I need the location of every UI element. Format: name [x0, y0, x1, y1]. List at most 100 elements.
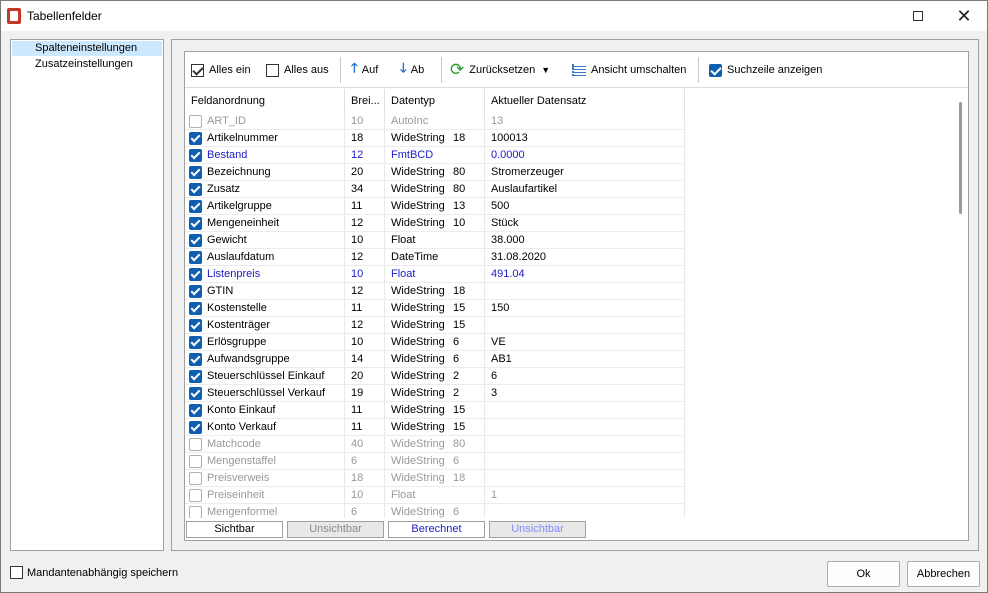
- visibility-checkbox-checked[interactable]: [189, 268, 202, 281]
- visibility-checkbox-checked[interactable]: [189, 234, 202, 247]
- datatype-label: WideString: [391, 370, 445, 382]
- visibility-checkbox-checked[interactable]: [189, 285, 202, 298]
- table-row[interactable]: Konto Verkauf 11 WideString 15: [185, 419, 955, 436]
- cell-field-name: Auslaufdatum: [185, 249, 345, 266]
- visibility-checkbox-checked[interactable]: [189, 166, 202, 179]
- visibility-checkbox-checked[interactable]: [189, 183, 202, 196]
- visibility-checkbox-checked[interactable]: [189, 421, 202, 434]
- table-row[interactable]: Konto Einkauf 11 WideString 15: [185, 402, 955, 419]
- nav-item-spalteneinstellungen[interactable]: Spalteneinstellungen: [12, 41, 162, 56]
- visibility-checkbox-checked[interactable]: [189, 132, 202, 145]
- settings-nav: Spalteneinstellungen Zusatzeinstellungen: [10, 39, 164, 551]
- alles-ein-checkbox[interactable]: Alles ein: [191, 62, 251, 78]
- ansicht-umschalten-button[interactable]: Ansicht umschalten: [572, 62, 686, 78]
- visibility-checkbox-unchecked[interactable]: [189, 506, 202, 518]
- visibility-checkbox-checked[interactable]: [189, 387, 202, 400]
- visibility-checkbox-checked[interactable]: [189, 319, 202, 332]
- table-row[interactable]: Gewicht 10 Float 38.000: [185, 232, 955, 249]
- cell-width[interactable]: 19: [345, 385, 385, 402]
- cell-width[interactable]: 6: [345, 504, 385, 518]
- cell-width[interactable]: 10: [345, 334, 385, 351]
- cell-width[interactable]: 11: [345, 402, 385, 419]
- table-row[interactable]: Mengeneinheit 12 WideString 10 Stück: [185, 215, 955, 232]
- table-row[interactable]: Auslaufdatum 12 DateTime 31.08.2020: [185, 249, 955, 266]
- visibility-checkbox-checked[interactable]: [189, 404, 202, 417]
- cell-width[interactable]: 34: [345, 181, 385, 198]
- table-row[interactable]: Kostenstelle 11 WideString 15 150: [185, 300, 955, 317]
- table-row[interactable]: Bezeichnung 20 WideString 80 Stromerzeuger: [185, 164, 955, 181]
- visibility-checkbox-unchecked[interactable]: [189, 489, 202, 502]
- visibility-checkbox-checked[interactable]: [189, 200, 202, 213]
- table-row[interactable]: GTIN 12 WideString 18: [185, 283, 955, 300]
- table-row[interactable]: Bestand 12 FmtBCD 0.0000: [185, 147, 955, 164]
- table-row[interactable]: Steuerschlüssel Verkauf 19 WideString 2 3: [185, 385, 955, 402]
- suchzeile-checkbox[interactable]: Suchzeile anzeigen: [709, 62, 822, 78]
- datatype-length: 15: [453, 319, 466, 331]
- cell-width[interactable]: 12: [345, 283, 385, 300]
- visibility-checkbox-unchecked[interactable]: [189, 438, 202, 451]
- visibility-checkbox-checked[interactable]: [189, 149, 202, 162]
- cell-width[interactable]: 20: [345, 164, 385, 181]
- table-row[interactable]: Preisverweis 18 WideString 18: [185, 470, 955, 487]
- cell-width[interactable]: 11: [345, 419, 385, 436]
- cell-width[interactable]: 10: [345, 266, 385, 283]
- nav-item-zusatzeinstellungen[interactable]: Zusatzeinstellungen: [12, 57, 162, 72]
- visibility-checkbox-checked[interactable]: [189, 302, 202, 315]
- table-row[interactable]: Mengenformel 6 WideString 6: [185, 504, 955, 518]
- cell-current-value: 13: [485, 113, 685, 130]
- cell-width[interactable]: 10: [345, 487, 385, 504]
- cell-width[interactable]: 11: [345, 300, 385, 317]
- cell-width[interactable]: 40: [345, 436, 385, 453]
- chevron-down-icon[interactable]: ▼: [541, 65, 550, 75]
- alles-aus-checkbox[interactable]: Alles aus: [266, 62, 329, 78]
- table-row[interactable]: Erlösgruppe 10 WideString 6 VE: [185, 334, 955, 351]
- field-name-label: Kostenträger: [207, 319, 270, 331]
- maximize-button[interactable]: [896, 1, 940, 31]
- cell-width[interactable]: 10: [345, 113, 385, 130]
- cell-width[interactable]: 11: [345, 198, 385, 215]
- ok-button[interactable]: Ok: [827, 561, 900, 587]
- visibility-checkbox-unchecked[interactable]: [189, 115, 202, 128]
- cell-width[interactable]: 6: [345, 453, 385, 470]
- table-row[interactable]: Listenpreis 10 Float 491.04: [185, 266, 955, 283]
- table-row[interactable]: Preiseinheit 10 Float 1: [185, 487, 955, 504]
- column-header-datentyp[interactable]: Datentyp: [385, 89, 485, 113]
- cell-width[interactable]: 14: [345, 351, 385, 368]
- visibility-checkbox-checked[interactable]: [189, 251, 202, 264]
- table-row[interactable]: Kostenträger 12 WideString 15: [185, 317, 955, 334]
- table-row[interactable]: Matchcode 40 WideString 80: [185, 436, 955, 453]
- table-row[interactable]: ART_ID 10 AutoInc 13: [185, 113, 955, 130]
- vertical-scrollbar[interactable]: [959, 102, 962, 214]
- cell-width[interactable]: 18: [345, 470, 385, 487]
- column-header-feldanordnung[interactable]: Feldanordnung: [185, 89, 345, 113]
- auf-button[interactable]: 🡑 Auf: [351, 60, 378, 78]
- cell-width[interactable]: 12: [345, 249, 385, 266]
- table-row[interactable]: Mengenstaffel 6 WideString 6: [185, 453, 955, 470]
- column-header-breite[interactable]: Brei...: [345, 89, 385, 113]
- visibility-checkbox-checked[interactable]: [189, 336, 202, 349]
- table-row[interactable]: Zusatz 34 WideString 80 Auslaufartikel: [185, 181, 955, 198]
- datatype-length: 15: [453, 404, 466, 416]
- cell-width[interactable]: 10: [345, 232, 385, 249]
- table-row[interactable]: Artikelnummer 18 WideString 18 100013: [185, 130, 955, 147]
- cell-width[interactable]: 12: [345, 215, 385, 232]
- visibility-checkbox-checked[interactable]: [189, 370, 202, 383]
- table-row[interactable]: Aufwandsgruppe 14 WideString 6 AB1: [185, 351, 955, 368]
- cell-width[interactable]: 12: [345, 317, 385, 334]
- close-button[interactable]: ✕: [942, 1, 986, 31]
- ab-button[interactable]: 🡓 Ab: [400, 60, 424, 78]
- table-row[interactable]: Steuerschlüssel Einkauf 20 WideString 2 6: [185, 368, 955, 385]
- visibility-checkbox-unchecked[interactable]: [189, 472, 202, 485]
- cell-width[interactable]: 20: [345, 368, 385, 385]
- cell-width[interactable]: 12: [345, 147, 385, 164]
- visibility-checkbox-checked[interactable]: [189, 217, 202, 230]
- datatype-length: 80: [453, 438, 466, 450]
- mandant-checkbox[interactable]: Mandantenabhängig speichern: [10, 566, 178, 579]
- visibility-checkbox-checked[interactable]: [189, 353, 202, 366]
- zuruecksetzen-button[interactable]: ⟳ Zurücksetzen ▼: [450, 60, 550, 79]
- cell-width[interactable]: 18: [345, 130, 385, 147]
- abbrechen-button[interactable]: Abbrechen: [907, 561, 980, 587]
- column-header-aktueller-datensatz[interactable]: Aktueller Datensatz: [485, 89, 685, 113]
- visibility-checkbox-unchecked[interactable]: [189, 455, 202, 468]
- table-row[interactable]: Artikelgruppe 11 WideString 13 500: [185, 198, 955, 215]
